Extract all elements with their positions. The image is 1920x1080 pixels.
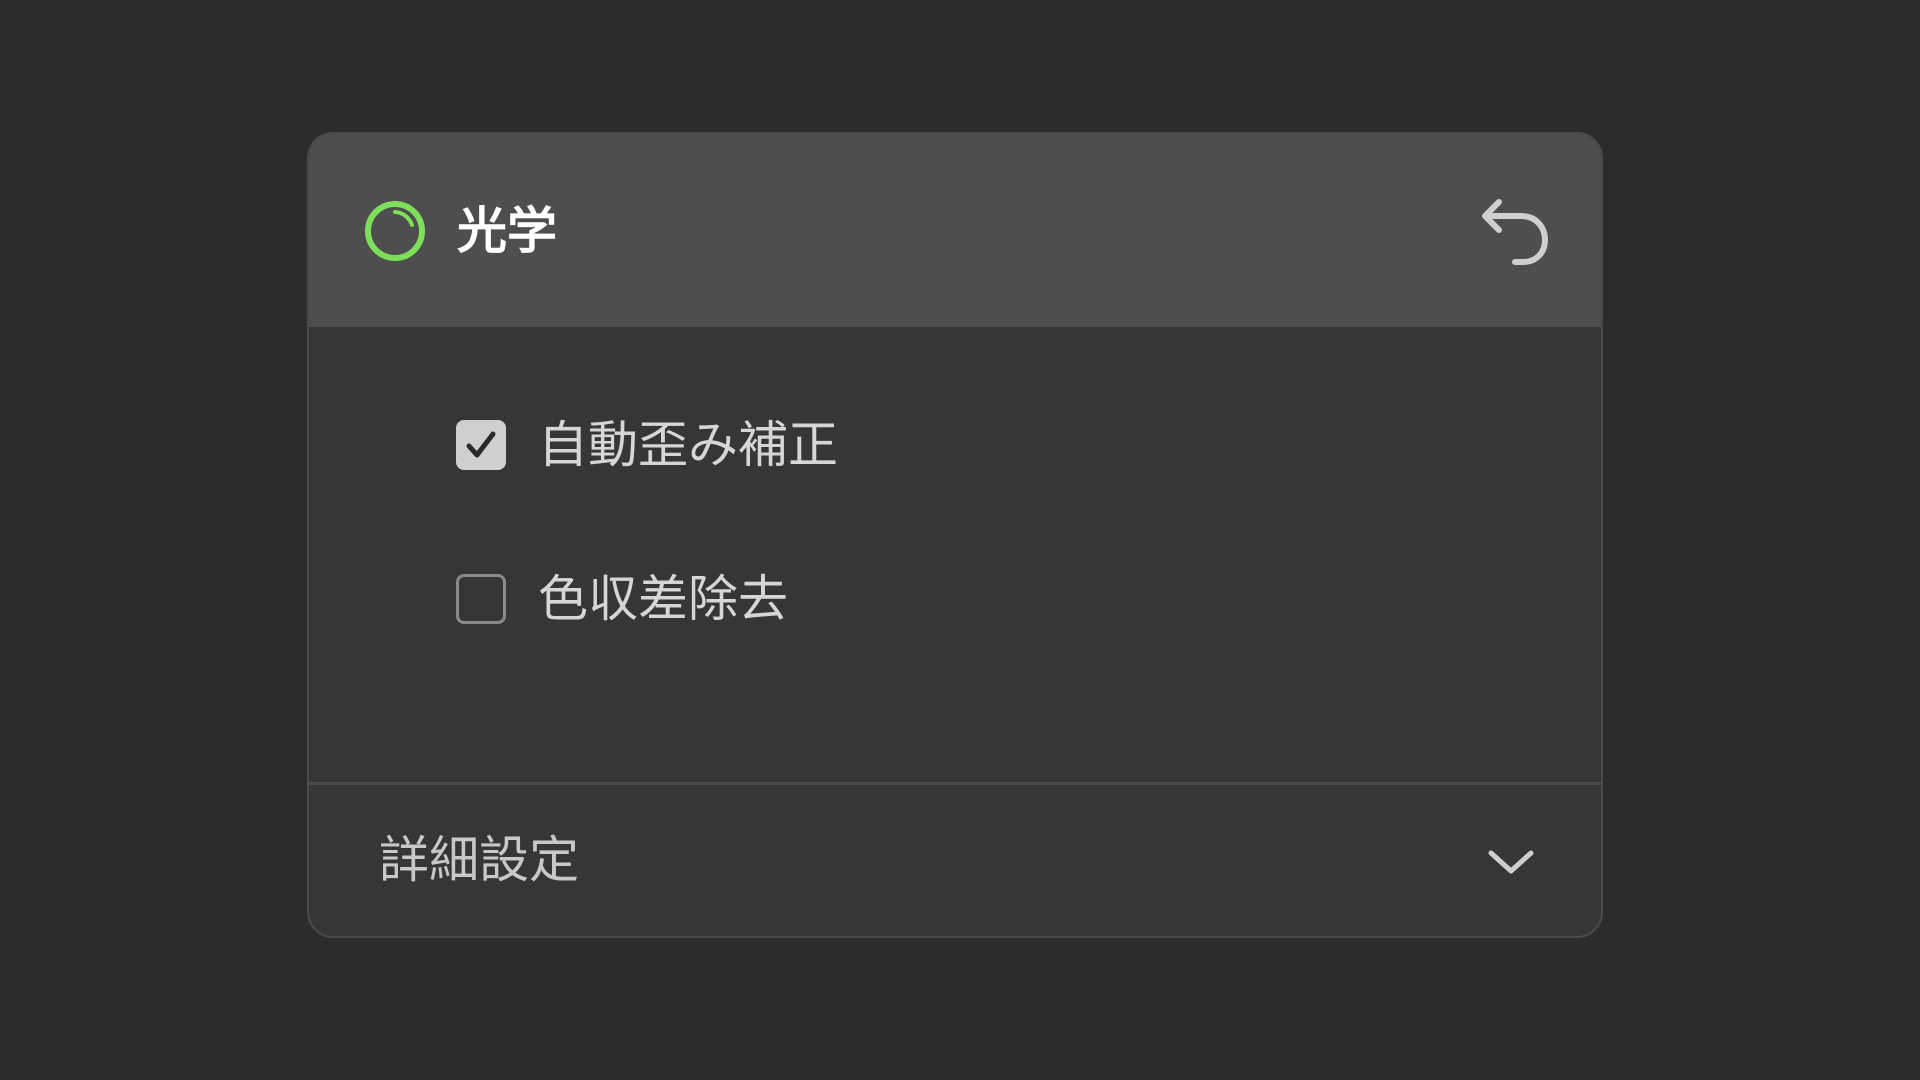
- option-label: 自動歪み補正: [538, 416, 838, 474]
- option-remove-chromatic-aberration[interactable]: 色収差除去: [456, 564, 788, 634]
- advanced-settings-toggle[interactable]: 詳細設定: [309, 785, 1601, 936]
- undo-arrow-icon: [1482, 199, 1548, 265]
- chevron-down-icon[interactable]: [1481, 837, 1541, 887]
- checkmark-icon: [466, 431, 496, 458]
- reset-button[interactable]: [1475, 190, 1555, 270]
- panel-title: 光学: [457, 202, 557, 260]
- progress-ring-icon: [362, 198, 428, 264]
- panel-header: 光学: [309, 134, 1601, 327]
- checkbox-checked[interactable]: [456, 420, 506, 470]
- options-list: 自動歪み補正 色収差除去: [309, 327, 1601, 784]
- optics-panel: 光学 自動歪み補正 色収差除去 詳細設定: [307, 132, 1603, 938]
- advanced-settings-label: 詳細設定: [379, 831, 579, 889]
- option-auto-distortion-correction[interactable]: 自動歪み補正: [456, 410, 838, 480]
- option-label: 色収差除去: [538, 570, 788, 628]
- checkbox-unchecked[interactable]: [456, 574, 506, 624]
